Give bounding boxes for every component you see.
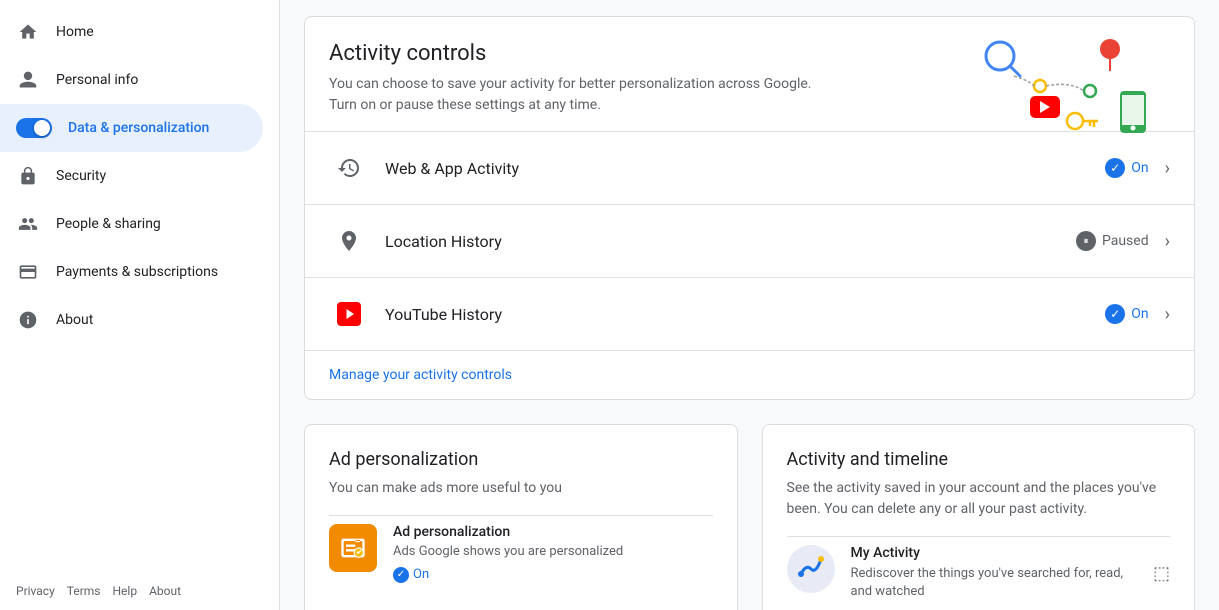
ad-personalization-status: On [413,567,429,582]
web-app-activity-icon [329,148,369,188]
youtube-history-status: On [1105,304,1148,324]
sidebar-item-data-personalization-label: Data & personalization [68,120,209,136]
sidebar-item-people-sharing-label: People & sharing [56,216,161,232]
location-history-status: Paused [1076,231,1149,251]
info-icon [16,308,40,332]
web-app-activity-chevron: › [1165,158,1170,179]
main-content: Activity controls You can choose to save… [280,0,1219,610]
sidebar-item-payments[interactable]: Payments & subscriptions [0,248,263,296]
youtube-history-status-text: On [1131,306,1148,322]
youtube-history-chevron: › [1165,304,1170,325]
activity-timeline-title: Activity and timeline [787,449,1171,470]
sidebar-item-personal-info[interactable]: Personal info [0,56,263,104]
my-activity-item[interactable]: My Activity Rediscover the things you've… [787,536,1171,601]
web-app-activity-status-icon [1105,158,1125,178]
sidebar-item-data-personalization[interactable]: Data & personalization [0,104,263,152]
ad-item-title: Ad personalization [393,524,713,540]
sidebar-item-about-label: About [56,312,93,328]
web-app-activity-status-text: On [1131,160,1148,176]
youtube-history-icon [329,294,369,334]
ad-personalization-item[interactable]: Ad personalization Ads Google shows you … [329,515,713,583]
footer-terms-link[interactable]: Terms [67,584,101,598]
my-activity-desc: Rediscover the things you've searched fo… [851,565,1137,601]
ad-personalization-icon-box [329,524,377,572]
footer-help-link[interactable]: Help [113,584,138,598]
people-icon [16,212,40,236]
sidebar-footer: Privacy Terms Help About [0,584,279,598]
web-app-activity-item[interactable]: Web & App Activity On › [305,131,1194,204]
activity-controls-header: Activity controls You can choose to save… [305,17,1194,131]
ad-personalization-title: Ad personalization [329,449,713,470]
ad-personalization-on-badge: ✓ On [393,567,429,583]
location-history-chevron: › [1165,231,1170,252]
activity-controls-title: Activity controls [329,41,829,66]
manage-activity-controls-link[interactable]: Manage your activity controls [305,350,1194,399]
location-history-status-icon [1076,231,1096,251]
activity-controls-desc: You can choose to save your activity for… [329,74,829,116]
payment-icon [16,260,40,284]
bottom-cards-row: Ad personalization You can make ads more… [304,424,1195,610]
data-personalization-toggle[interactable] [16,118,52,138]
web-app-activity-label: Web & App Activity [385,159,1105,178]
web-app-activity-status: On [1105,158,1148,178]
ad-personalization-card: Ad personalization You can make ads more… [304,424,738,610]
ad-item-desc: Ads Google shows you are personalized [393,544,713,559]
external-link-icon: ⬚ [1153,563,1170,584]
sidebar-item-payments-label: Payments & subscriptions [56,264,218,280]
activity-timeline-desc: See the activity saved in your account a… [787,478,1171,520]
sidebar-item-home-label: Home [56,24,94,40]
sidebar: Home Personal info Data & personalizatio… [0,0,280,610]
my-activity-info: My Activity Rediscover the things you've… [851,545,1137,601]
home-icon [16,20,40,44]
sidebar-item-about[interactable]: About [0,296,263,344]
footer-about-link[interactable]: About [149,584,181,598]
location-history-icon [329,221,369,261]
youtube-history-label: YouTube History [385,305,1105,324]
lock-icon [16,164,40,188]
activity-controls-text: Activity controls You can choose to save… [329,41,829,116]
sidebar-item-security-label: Security [56,168,106,184]
location-history-status-text: Paused [1102,233,1149,249]
my-activity-title: My Activity [851,545,1137,561]
sidebar-item-home[interactable]: Home [0,8,263,56]
youtube-history-item[interactable]: YouTube History On › [305,277,1194,350]
activity-timeline-card: Activity and timeline See the activity s… [762,424,1196,610]
location-history-item[interactable]: Location History Paused › [305,204,1194,277]
ad-item-info: Ad personalization Ads Google shows you … [393,524,713,583]
activity-illustration [970,31,1170,131]
person-icon [16,68,40,92]
sidebar-nav: Home Personal info Data & personalizatio… [0,0,279,344]
location-history-label: Location History [385,232,1076,251]
sidebar-item-security[interactable]: Security [0,152,263,200]
ad-personalization-check-icon: ✓ [393,567,409,583]
footer-privacy-link[interactable]: Privacy [16,584,55,598]
ad-personalization-desc: You can make ads more useful to you [329,478,713,499]
youtube-history-status-icon [1105,304,1125,324]
sidebar-item-people-sharing[interactable]: People & sharing [0,200,263,248]
sidebar-item-personal-info-label: Personal info [56,72,138,88]
my-activity-icon [787,545,835,593]
activity-controls-card: Activity controls You can choose to save… [304,16,1195,400]
